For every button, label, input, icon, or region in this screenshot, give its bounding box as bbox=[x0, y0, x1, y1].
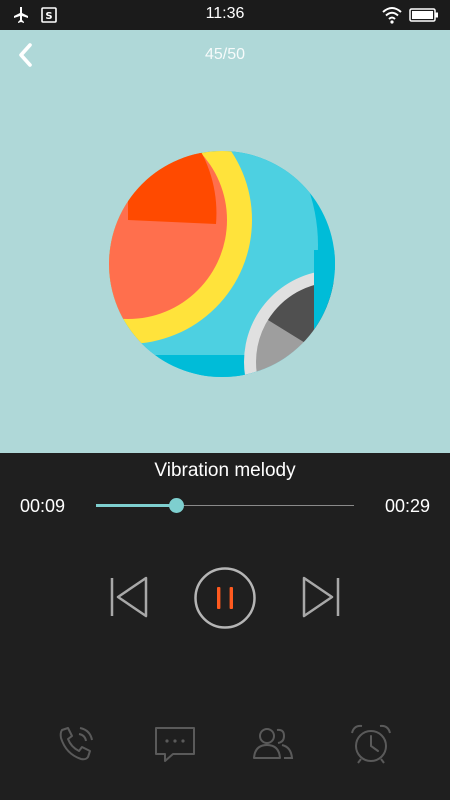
album-art bbox=[109, 151, 335, 377]
track-counter: 45/50 bbox=[204, 46, 246, 63]
artwork-area: 45/50 bbox=[0, 30, 450, 453]
contacts-icon[interactable] bbox=[251, 722, 295, 766]
progress-slider[interactable] bbox=[96, 498, 354, 513]
total-time: 00:29 bbox=[384, 496, 430, 516]
message-icon[interactable] bbox=[153, 722, 197, 766]
next-track-button[interactable] bbox=[298, 574, 344, 620]
alarm-clock-icon[interactable] bbox=[349, 722, 393, 766]
skip-previous-icon bbox=[110, 576, 148, 618]
progress-fill bbox=[96, 504, 176, 507]
pause-icon bbox=[217, 587, 233, 609]
phone-icon[interactable] bbox=[54, 722, 98, 766]
skip-next-icon bbox=[302, 576, 340, 618]
song-title: Vibration melody bbox=[154, 460, 296, 481]
battery-icon bbox=[409, 8, 438, 22]
progress-thumb[interactable] bbox=[168, 498, 184, 513]
status-bar: S 11:36 bbox=[0, 0, 450, 30]
pause-button[interactable] bbox=[193, 566, 257, 630]
wifi-icon bbox=[382, 7, 402, 24]
elapsed-time: 00:09 bbox=[20, 496, 66, 516]
previous-track-button[interactable] bbox=[106, 574, 152, 620]
